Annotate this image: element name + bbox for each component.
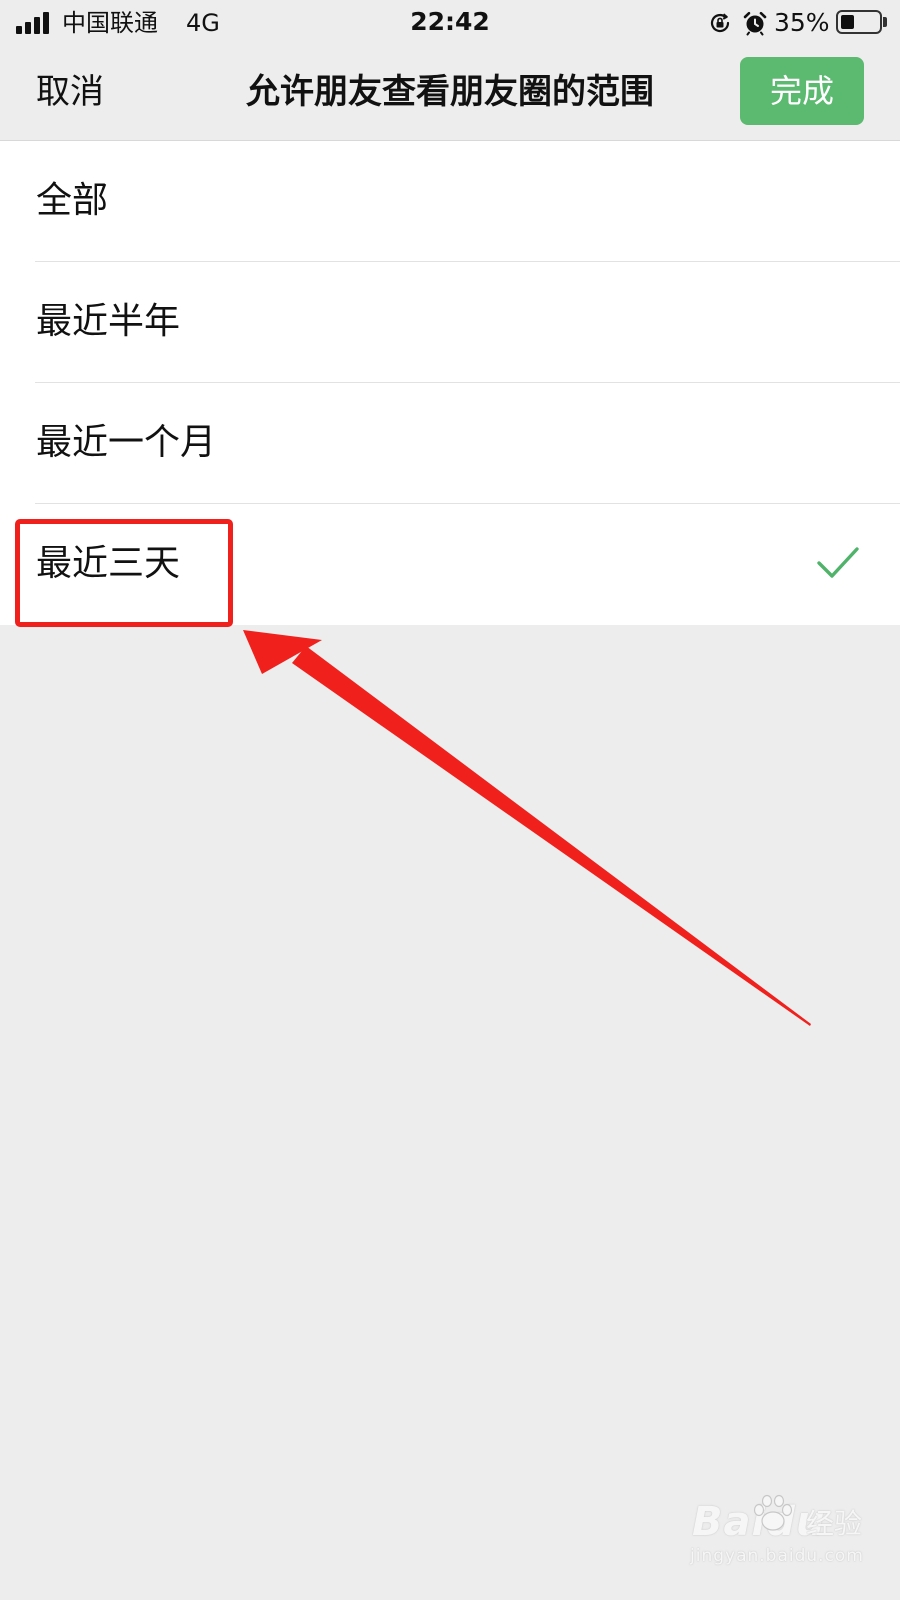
page-title: 允许朋友查看朋友圈的范围 <box>246 72 654 112</box>
checkmark-icon <box>817 547 859 578</box>
option-label: 全部 <box>36 180 109 221</box>
option-half-year[interactable]: 最近半年 <box>0 262 900 383</box>
alarm-icon <box>743 11 767 36</box>
battery-nub <box>883 17 887 27</box>
baidu-jingyan-watermark: Baidu 经验 jingyan.baidu.com <box>688 1494 888 1590</box>
cancel-button[interactable]: 取消 <box>36 66 104 118</box>
option-label: 最近半年 <box>36 301 181 342</box>
battery-percent: 35% <box>774 8 830 37</box>
nav-bar: 取消 允许朋友查看朋友圈的范围 完成 <box>0 46 900 141</box>
watermark-url: jingyan.baidu.com <box>690 1546 864 1566</box>
battery-level <box>841 15 854 29</box>
battery-icon <box>836 10 882 34</box>
highlight-box <box>15 519 233 627</box>
watermark-label: 经验 <box>806 1507 863 1540</box>
option-all[interactable]: 全部 <box>0 141 900 262</box>
option-one-month[interactable]: 最近一个月 <box>0 383 900 504</box>
paw-icon <box>753 1494 793 1531</box>
orientation-lock-icon <box>710 13 730 33</box>
status-bar: 中国联通 4G 22:42 35% <box>0 0 900 46</box>
option-label: 最近一个月 <box>36 422 217 463</box>
done-button[interactable]: 完成 <box>740 57 864 125</box>
